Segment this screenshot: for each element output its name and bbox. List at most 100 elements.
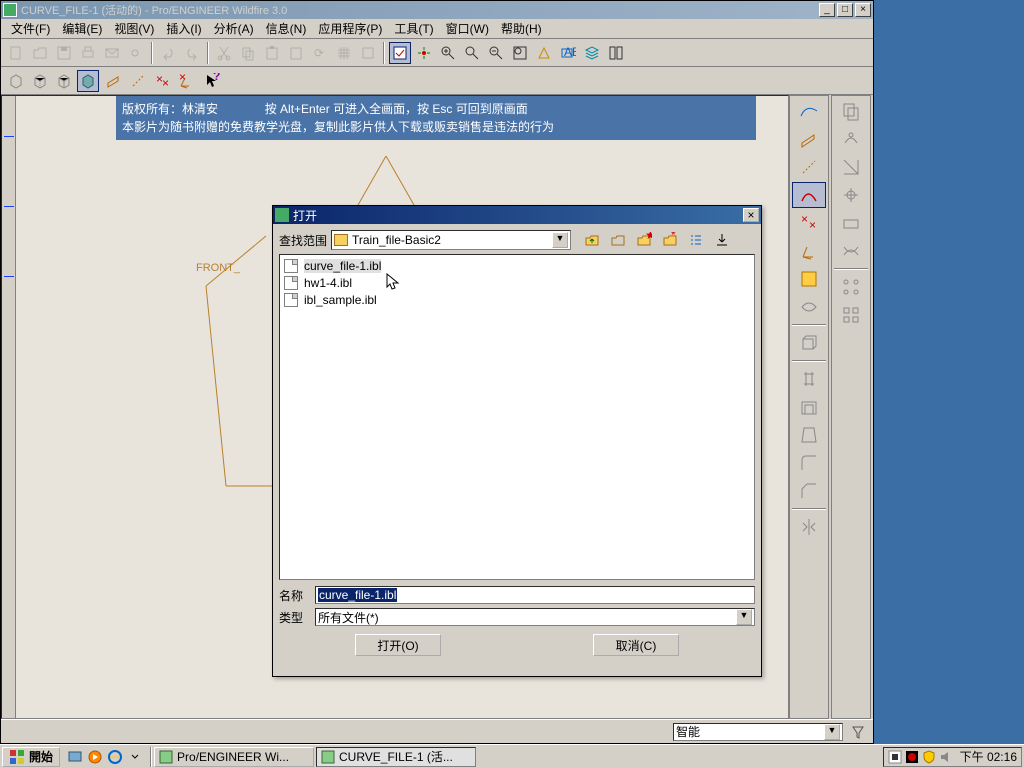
analysis-tool-icon[interactable]: [792, 266, 826, 292]
copy-icon[interactable]: [237, 42, 259, 64]
orient-icon[interactable]: [533, 42, 555, 64]
plane-tool-icon[interactable]: [792, 126, 826, 152]
menu-tools[interactable]: 工具(T): [388, 18, 439, 39]
datum-axis-icon[interactable]: [127, 70, 149, 92]
mail-icon[interactable]: [101, 42, 123, 64]
undo-icon[interactable]: [157, 42, 179, 64]
grid-icon[interactable]: [333, 42, 355, 64]
ql-chevron-icon[interactable]: [126, 748, 144, 766]
file-list[interactable]: curve_file-1.ibl hw1-4.ibl ibl_sample.ib…: [279, 254, 755, 580]
menu-edit[interactable]: 编辑(E): [56, 18, 108, 39]
publish-geom-icon[interactable]: [834, 126, 868, 152]
up-folder-icon[interactable]: [581, 230, 603, 250]
chevron-down-icon[interactable]: ▼: [824, 724, 840, 740]
wireframe-icon[interactable]: [5, 70, 27, 92]
link-icon[interactable]: [125, 42, 147, 64]
copy-geom-icon[interactable]: [834, 98, 868, 124]
tray-volume-icon[interactable]: [939, 750, 953, 764]
ql-media-icon[interactable]: [86, 748, 104, 766]
working-dir-icon[interactable]: [607, 230, 629, 250]
box-icon[interactable]: [357, 42, 379, 64]
saved-view-icon[interactable]: AB: [557, 42, 579, 64]
shell-icon[interactable]: [792, 394, 826, 420]
intersect-icon[interactable]: [834, 238, 868, 264]
dialog-close-button[interactable]: ×: [743, 208, 759, 222]
tray-stop-icon[interactable]: [888, 750, 902, 764]
extend-icon[interactable]: [834, 210, 868, 236]
paste-icon[interactable]: [261, 42, 283, 64]
no-hidden-icon[interactable]: [53, 70, 75, 92]
redo-icon[interactable]: [181, 42, 203, 64]
refit-icon[interactable]: [509, 42, 531, 64]
axis-tool-icon[interactable]: [792, 154, 826, 180]
new-icon[interactable]: [5, 42, 27, 64]
tray-shield-icon[interactable]: [922, 750, 936, 764]
start-button[interactable]: 開始: [2, 747, 60, 767]
menu-file[interactable]: 文件(F): [5, 18, 56, 39]
save-icon[interactable]: [53, 42, 75, 64]
close-button[interactable]: ×: [855, 3, 871, 17]
tray-record-icon[interactable]: [905, 750, 919, 764]
point-tool-icon[interactable]: ××: [792, 210, 826, 236]
draft-icon[interactable]: [792, 422, 826, 448]
chamfer-icon[interactable]: [792, 478, 826, 504]
style-tool-icon[interactable]: [792, 294, 826, 320]
menu-window[interactable]: 窗口(W): [440, 18, 495, 39]
task-proe[interactable]: Pro/ENGINEER Wi...: [154, 747, 314, 767]
menu-view[interactable]: 视图(V): [108, 18, 160, 39]
open-button[interactable]: 打开(O): [355, 634, 441, 656]
menu-analysis[interactable]: 分析(A): [208, 18, 260, 39]
extrude-icon[interactable]: [792, 330, 826, 356]
mirror-icon[interactable]: [792, 514, 826, 540]
layers-icon[interactable]: [581, 42, 603, 64]
help-pointer-icon[interactable]: ?: [201, 70, 223, 92]
cancel-button[interactable]: 取消(C): [593, 634, 679, 656]
zoom-out-icon[interactable]: [485, 42, 507, 64]
minimize-button[interactable]: _: [819, 3, 835, 17]
grid-pattern-icon[interactable]: [834, 302, 868, 328]
pattern-icon[interactable]: [834, 274, 868, 300]
menu-app[interactable]: 应用程序(P): [312, 18, 388, 39]
ql-desktop-icon[interactable]: [66, 748, 84, 766]
csys-tool-icon[interactable]: [792, 238, 826, 264]
round-icon[interactable]: [792, 450, 826, 476]
view-manager-icon[interactable]: [605, 42, 627, 64]
tools-dropdown-icon[interactable]: [711, 230, 733, 250]
datum-plane-icon[interactable]: [103, 70, 125, 92]
status-filter-icon[interactable]: [847, 721, 869, 743]
merge-icon[interactable]: [834, 154, 868, 180]
ql-ie-icon[interactable]: [106, 748, 124, 766]
zoom-in-icon[interactable]: [437, 42, 459, 64]
file-item[interactable]: hw1-4.ibl: [282, 274, 752, 291]
filename-input[interactable]: curve_file-1.ibl: [315, 586, 755, 604]
file-item[interactable]: ibl_sample.ibl: [282, 291, 752, 308]
datum-csys-icon[interactable]: ×: [175, 70, 197, 92]
menu-help[interactable]: 帮助(H): [495, 18, 548, 39]
favorites-icon[interactable]: ★: [633, 230, 655, 250]
task-curvefile[interactable]: CURVE_FILE-1 (活...: [316, 747, 476, 767]
datum-point-icon[interactable]: ××: [151, 70, 173, 92]
hidden-line-icon[interactable]: [29, 70, 51, 92]
filetype-combo[interactable]: 所有文件(*) ▼: [315, 608, 755, 626]
open-icon[interactable]: [29, 42, 51, 64]
shaded-icon[interactable]: [77, 70, 99, 92]
menu-info[interactable]: 信息(N): [260, 18, 313, 39]
menu-insert[interactable]: 插入(I): [160, 18, 207, 39]
list-view-icon[interactable]: [685, 230, 707, 250]
paste-special-icon[interactable]: [285, 42, 307, 64]
cut-icon[interactable]: [213, 42, 235, 64]
spin-center-icon[interactable]: [413, 42, 435, 64]
display-mode-icon[interactable]: [389, 42, 411, 64]
curve-tool-icon[interactable]: [792, 182, 826, 208]
selection-filter[interactable]: 智能 ▼: [673, 723, 843, 741]
trim-icon[interactable]: [834, 182, 868, 208]
chevron-down-icon[interactable]: ▼: [736, 609, 752, 625]
hole-icon[interactable]: [792, 366, 826, 392]
file-item[interactable]: curve_file-1.ibl: [282, 257, 752, 274]
sketch-curve-icon[interactable]: [792, 98, 826, 124]
maximize-button[interactable]: □: [837, 3, 853, 17]
zoom-fit-icon[interactable]: [461, 42, 483, 64]
new-folder-icon[interactable]: *: [659, 230, 681, 250]
chevron-down-icon[interactable]: ▼: [552, 232, 568, 248]
look-in-combo[interactable]: Train_file-Basic2 ▼: [331, 230, 571, 250]
